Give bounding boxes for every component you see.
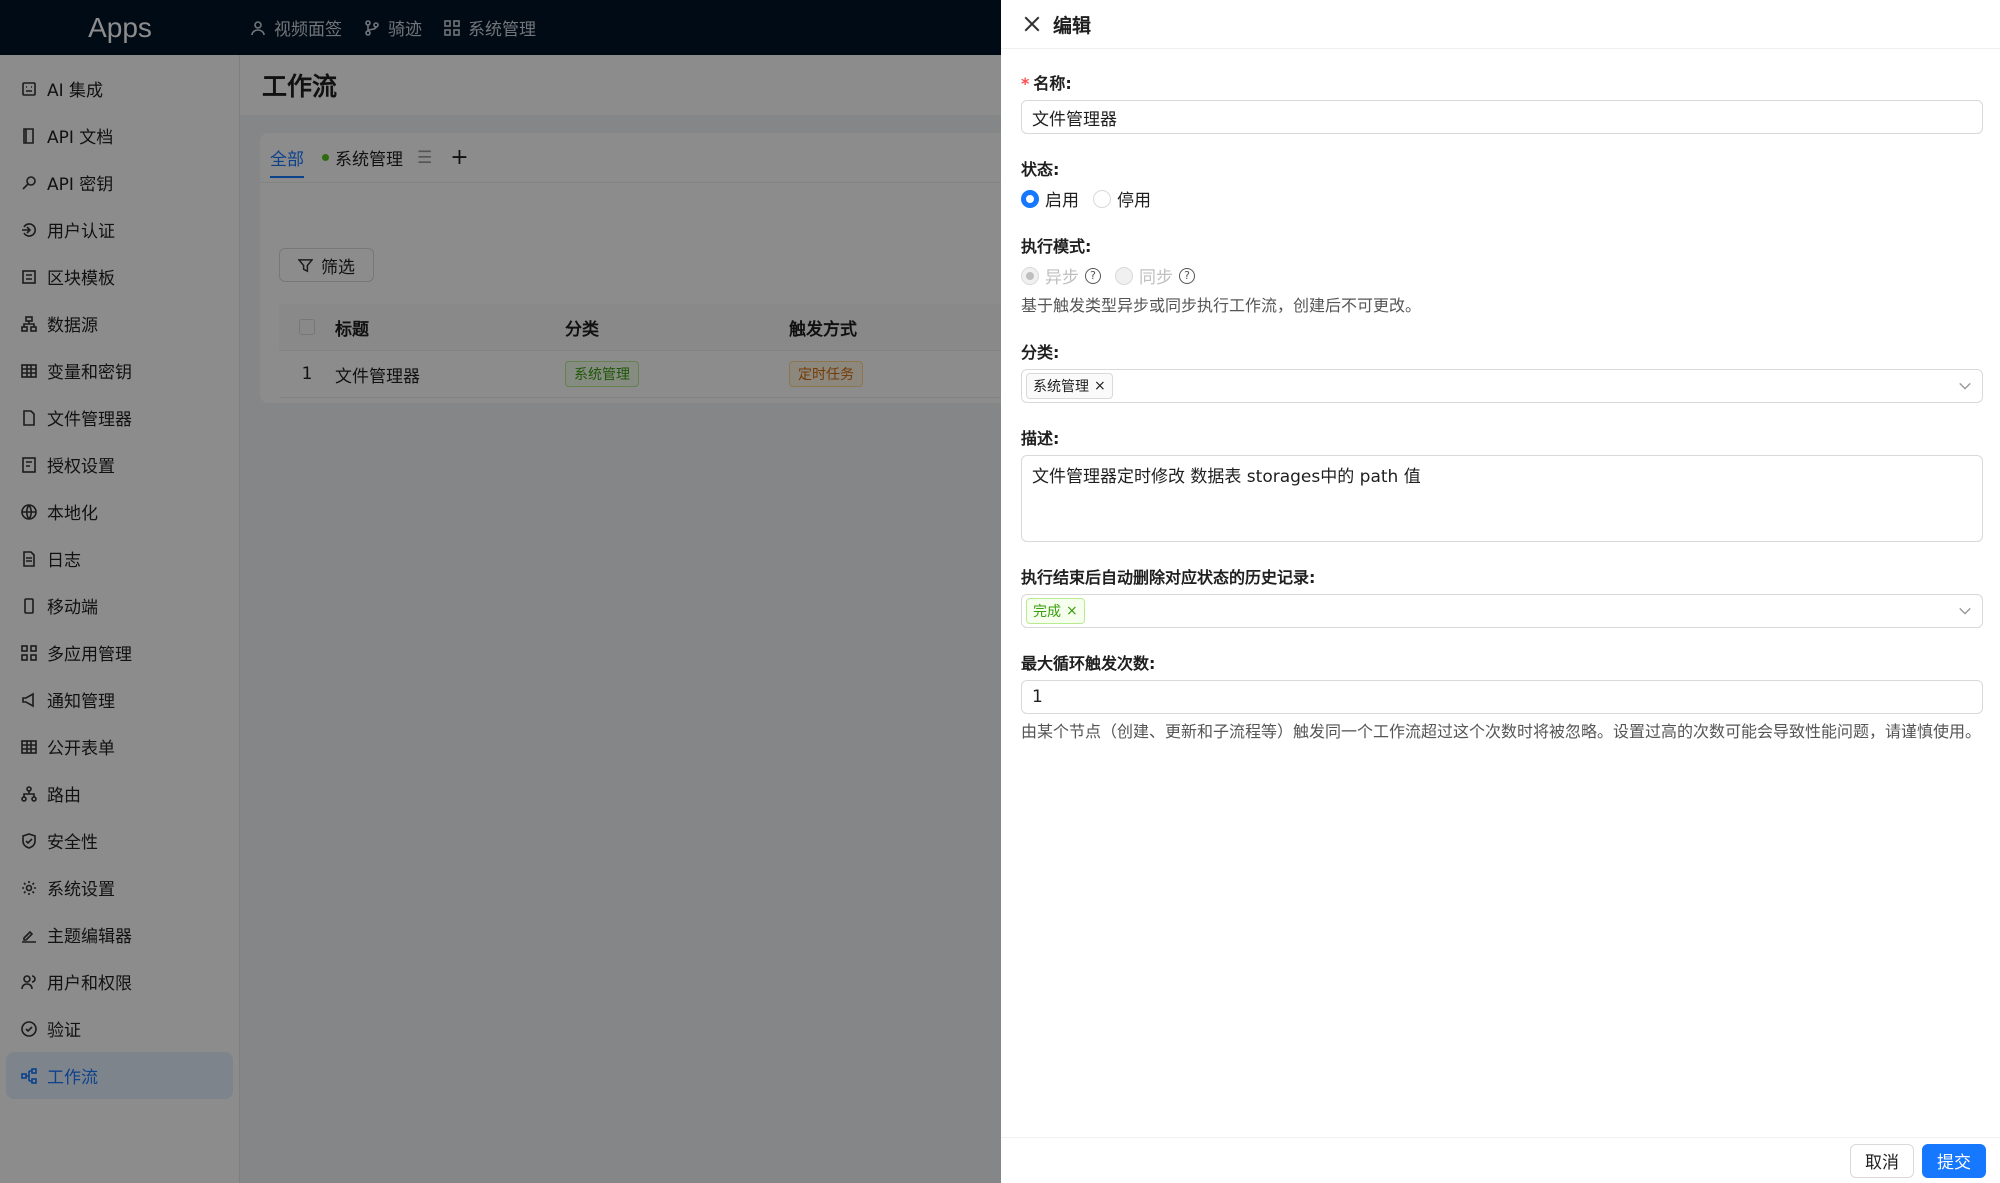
status-enabled-radio[interactable]: 启用 (1021, 186, 1079, 211)
auto-delete-select[interactable]: 完成 × (1021, 594, 1983, 628)
category-chip: 系统管理 × (1026, 373, 1113, 399)
edit-drawer: 编辑 * 名称: 文件管理器 状态: 启用 停用 执行模式: 异步? 同步? 基于… (1001, 0, 2000, 1183)
mode-label: 执行模式: (1021, 237, 1092, 256)
status-radio-group: 启用 停用 (1021, 186, 1983, 211)
category-label: 分类: (1021, 343, 1060, 362)
status-disabled-radio[interactable]: 停用 (1093, 186, 1151, 211)
max-loop-field[interactable]: 1 (1021, 680, 1983, 714)
name-field[interactable]: 文件管理器 (1021, 100, 1983, 134)
mode-help-text: 基于触发类型异步或同步执行工作流，创建后不可更改。 (1021, 296, 1422, 315)
chevron-down-icon (1959, 607, 1971, 615)
edit-form: * 名称: 文件管理器 状态: 启用 停用 执行模式: 异步? 同步? 基于触发类… (1021, 70, 1983, 765)
name-label: * 名称: (1021, 74, 1072, 93)
status-label: 状态: (1021, 160, 1060, 179)
modal-overlay[interactable] (0, 0, 1001, 1183)
question-icon[interactable]: ? (1085, 267, 1101, 284)
description-field[interactable]: 文件管理器定时修改 数据表 storages中的 path 值 (1021, 455, 1983, 542)
submit-button[interactable]: 提交 (1922, 1143, 1986, 1178)
mode-sync-radio[interactable]: 同步? (1115, 263, 1195, 288)
max-loop-help-text: 由某个节点（创建、更新和子流程等）触发同一个工作流超过这个次数时将被忽略。设置过… (1021, 722, 1982, 741)
max-loop-label: 最大循环触发次数: (1021, 654, 1156, 673)
chevron-down-icon (1959, 382, 1971, 390)
drawer-footer: 取消 提交 (1001, 1137, 2000, 1183)
mode-async-radio[interactable]: 异步? (1021, 263, 1101, 288)
drawer-header: 编辑 (1001, 0, 2000, 49)
question-icon[interactable]: ? (1179, 267, 1195, 284)
drawer-title: 编辑 (1053, 14, 1092, 37)
description-label: 描述: (1021, 429, 1060, 448)
chip-close-icon[interactable]: × (1094, 378, 1106, 394)
completed-chip: 完成 × (1026, 598, 1085, 624)
chip-close-icon[interactable]: × (1066, 603, 1078, 619)
cancel-button[interactable]: 取消 (1850, 1143, 1914, 1178)
auto-delete-label: 执行结束后自动删除对应状态的历史记录: (1021, 568, 1316, 587)
category-select[interactable]: 系统管理 × (1021, 369, 1983, 403)
mode-radio-group: 异步? 同步? (1021, 263, 1983, 288)
close-icon[interactable] (1023, 15, 1041, 33)
